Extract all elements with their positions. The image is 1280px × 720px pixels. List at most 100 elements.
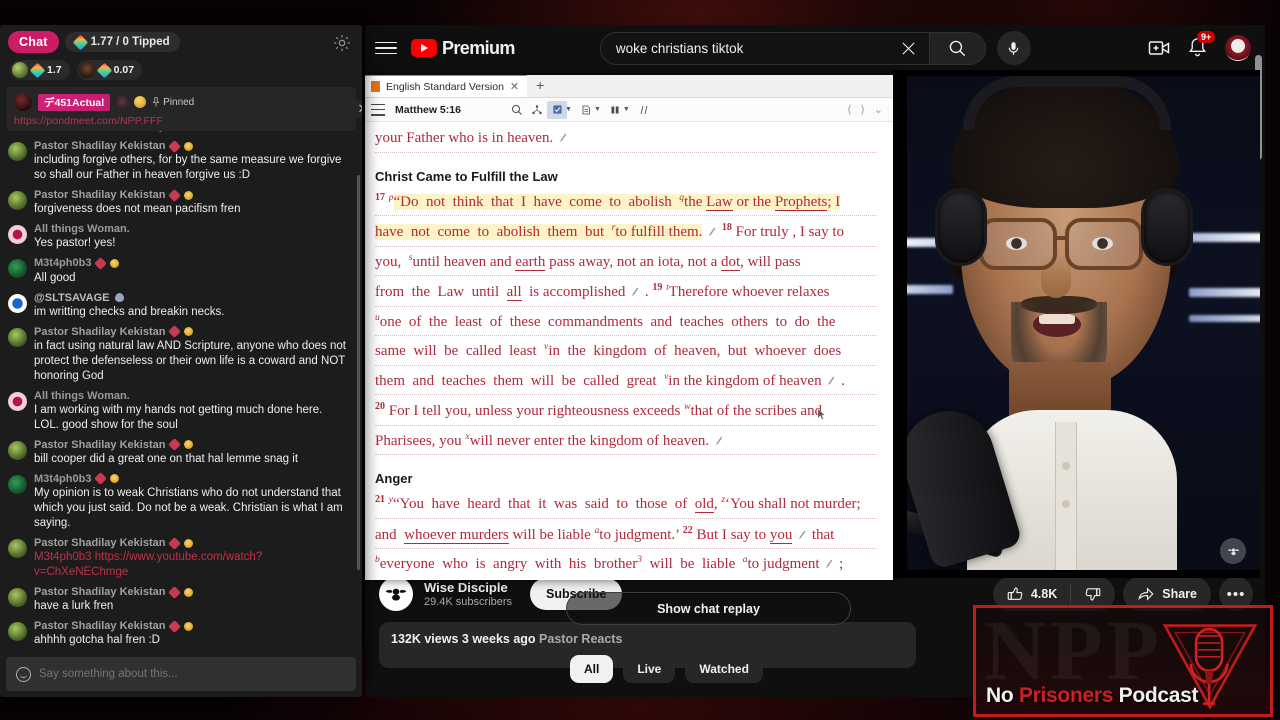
share-label: Share [1162,587,1197,601]
eyeglasses-lens [979,218,1057,270]
like-count: 4.8K [1030,587,1058,601]
video-meta-line: 132K views 3 weeks ago Pastor Reacts [391,632,904,646]
host-mouth [1033,312,1081,337]
rant-gem-icon [72,34,88,50]
chat-message-header: Pastor Shadilay Kekistan [34,139,350,153]
chat-message[interactable]: All things Woman. I am working with my ha… [4,387,352,436]
chat-message-text: I will not be hammered by evil. The swor… [34,131,350,134]
columns-icon[interactable] [605,101,625,119]
bell-icon[interactable]: 9+ [1186,31,1216,60]
eyeglasses-lens [1065,218,1143,270]
chat-username[interactable]: @SLTSAVAGE [34,292,110,304]
chevron-left-icon[interactable]: ⟨ [847,103,851,116]
chat-message[interactable]: Pastor Shadilay Kekistan M3t4ph0b3 https:… [4,534,352,583]
chevron-down-icon[interactable]: ⌄ [874,103,883,116]
badge-chip[interactable]: 1.7 [10,60,70,80]
chat-message[interactable]: Pastor Shadilay Kekistan have a lurk fren [4,583,352,617]
chevron-down-icon[interactable]: ▼ [594,106,601,113]
search-icon[interactable] [507,101,527,119]
close-icon[interactable]: ✕ [354,100,362,118]
chat-message[interactable]: All things Woman. Yes pastor! yes! [4,220,352,254]
scripture-heading: Anger [375,471,413,486]
tab-english-standard-version[interactable]: English Standard Version ✕ [365,75,528,97]
chat-username[interactable]: Pastor Shadilay Kekistan [34,620,165,632]
share-nodes-icon[interactable] [527,101,547,119]
chat-input[interactable] [39,668,346,680]
avatar [8,142,27,162]
mod-badge-icon [168,139,182,153]
chat-message[interactable]: @SLTSAVAGE im writting checks and breakin… [4,289,352,323]
letterbox-bar [893,70,1260,76]
chat-username[interactable]: M3t4ph0b3 [34,473,91,485]
video-player-frame[interactable] [893,70,1260,578]
gear-icon[interactable] [332,33,352,53]
chat-message[interactable]: Pastor Shadilay Kekistan forgiveness does… [4,186,352,220]
chat-username[interactable]: Pastor Shadilay Kekistan [34,586,165,598]
parallel-icon[interactable] [634,101,654,119]
badge-chip[interactable]: 0.07 [76,60,143,80]
close-icon[interactable]: ✕ [510,80,519,93]
tipped-amount: 1.77 / 0 Tipped [90,36,170,48]
account-avatar[interactable] [1225,35,1251,61]
chat-message-text: including forgive others, for by the sam… [34,154,342,182]
chat-message-header: Pastor Shadilay Kekistan [34,325,350,339]
channel-name[interactable]: Wise Disciple [424,580,512,595]
rumble-chat-panel[interactable]: Chat 1.77 / 0 Tipped 1.7 0.07 デ451Actual… [0,25,362,697]
chat-username[interactable]: All things Woman. [34,223,130,235]
npp-title-pre: No [986,684,1019,707]
close-icon[interactable] [895,34,923,62]
chip-live[interactable]: Live [623,655,676,683]
chevron-down-icon[interactable]: ▼ [565,106,572,113]
channel-avatar[interactable] [379,577,413,611]
note-icon[interactable] [576,101,596,119]
mod-badge-icon [168,325,182,339]
chevron-right-icon[interactable]: ⟩ [860,103,864,116]
search-box[interactable] [599,31,930,65]
badge-value: 1.7 [47,64,62,76]
chat-username[interactable]: Pastor Shadilay Kekistan [34,189,165,201]
plus-icon[interactable]: + [527,75,553,97]
bible-reference[interactable]: Matthew 5:16 [395,104,507,116]
chat-username[interactable]: Pastor Shadilay Kekistan [34,326,165,338]
emoji-icon[interactable] [16,666,31,682]
light-bar [1189,288,1260,297]
podcast-host-scene [893,70,1260,578]
chat-message[interactable]: Pastor Shadilay Kekistan including forgiv… [4,137,352,186]
chevron-down-icon[interactable]: ▼ [623,106,630,113]
chat-username[interactable]: All things Woman. [34,390,130,402]
highlighter-icon[interactable] [547,100,567,119]
create-video-icon[interactable] [1147,36,1171,60]
chat-username[interactable]: Pastor Shadilay Kekistan [34,439,165,451]
chip-watched[interactable]: Watched [685,655,763,683]
search-input[interactable] [615,40,895,56]
chat-username[interactable]: M3t4ph0b3 [34,257,91,269]
chat-message[interactable]: M3t4ph0b3 My opinion is to weak Christian… [4,470,352,534]
chat-username[interactable]: Pastor Shadilay Kekistan [34,537,165,549]
chat-message-text: My opinion is to weak Christians who do … [34,487,343,530]
bible-toolbar: Matthew 5:16 ▼ ▼ ▼ ⟨ ⟩ ⌄ [365,98,893,122]
chip-all[interactable]: All [570,655,614,683]
avatar [8,191,27,211]
chat-message[interactable]: Pastor Shadilay Kekistan ahhhh gotcha hal… [4,617,352,651]
avatar [8,622,27,642]
chat-message[interactable]: M3t4ph0b3 All good [4,254,352,288]
chat-message[interactable]: Pastor Shadilay Kekistan in fact using na… [4,323,352,387]
search-icon[interactable] [929,31,986,65]
hamburger-menu-icon[interactable] [371,103,385,116]
show-chat-replay-button[interactable]: Show chat replay [566,592,851,625]
chat-message[interactable]: Pastor Shadilay Kekistan bill cooper did … [4,436,352,470]
chat-message-list[interactable]: i mean we have a litany of what we're co… [0,131,362,653]
bible-scripture-text[interactable]: your Father who is in heaven. Christ Cam… [365,122,893,578]
chat-tab[interactable]: Chat [8,31,59,53]
youtube-premium-logo[interactable]: Premium [411,38,515,59]
hamburger-menu-icon[interactable] [375,37,397,59]
chat-message-body: All things Woman. Yes pastor! yes! [34,223,350,251]
chat-input-bar[interactable] [6,657,356,691]
tab-label: English Standard Version [386,80,504,93]
pinned-message: デ451Actual Pinned https://pondmeet.com/N… [6,87,362,131]
chat-username[interactable]: Pastor Shadilay Kekistan [34,140,165,152]
microphone-icon[interactable] [996,31,1031,65]
chat-scrollbar[interactable] [357,175,360,570]
bible-app-window[interactable]: English Standard Version ✕ + Matthew 5:1… [365,75,893,580]
pinned-link[interactable]: https://pondmeet.com/NPP.FFF [14,115,348,127]
